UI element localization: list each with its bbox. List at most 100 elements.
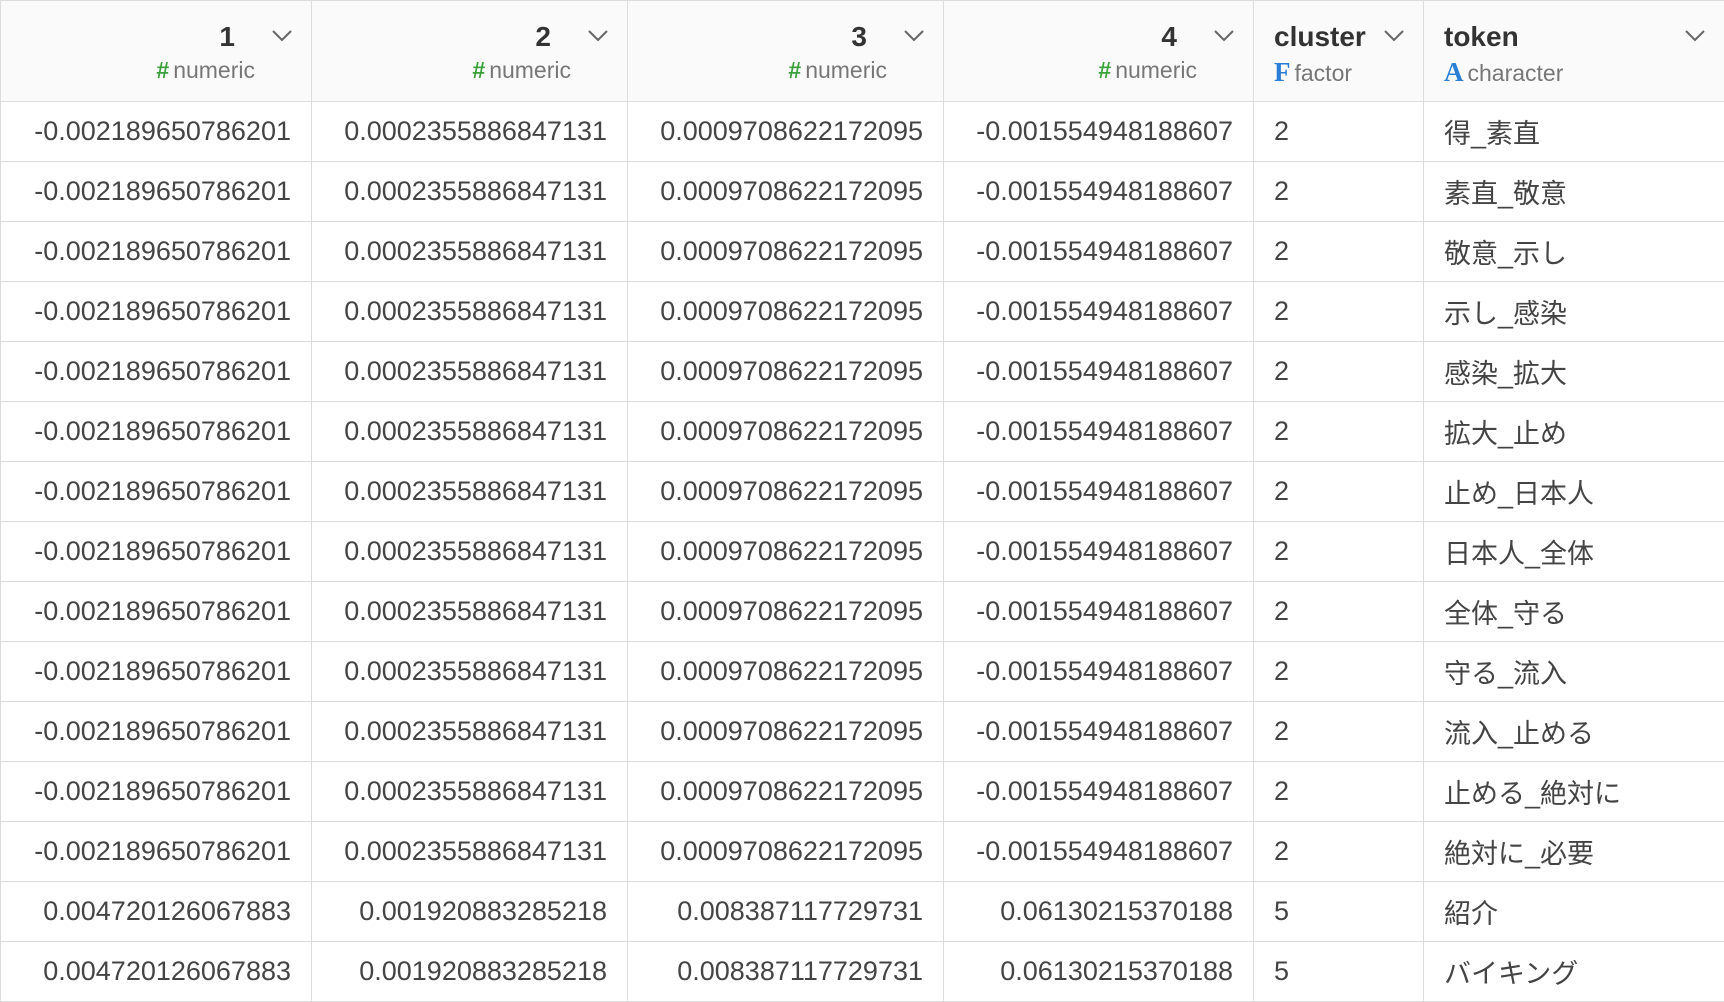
table-cell[interactable]: 2: [1254, 402, 1424, 462]
column-header-1[interactable]: 1 #numeric: [1, 1, 312, 102]
column-header-token[interactable]: token Acharacter: [1424, 1, 1724, 102]
table-cell[interactable]: 0.0009708622172095: [628, 522, 944, 582]
table-cell[interactable]: 0.0002355886847131: [312, 282, 628, 342]
table-cell[interactable]: -0.002189650786201: [1, 402, 312, 462]
table-cell[interactable]: 止める_絶対に: [1424, 762, 1724, 822]
table-cell[interactable]: 0.0009708622172095: [628, 762, 944, 822]
table-cell[interactable]: 2: [1254, 702, 1424, 762]
table-cell[interactable]: 0.004720126067883: [1, 882, 312, 942]
table-cell[interactable]: -0.001554948188607: [944, 522, 1254, 582]
table-cell[interactable]: 2: [1254, 762, 1424, 822]
table-cell[interactable]: 0.0009708622172095: [628, 642, 944, 702]
chevron-down-icon[interactable]: [587, 29, 609, 43]
table-cell[interactable]: -0.002189650786201: [1, 222, 312, 282]
table-cell[interactable]: 2: [1254, 582, 1424, 642]
table-cell[interactable]: -0.002189650786201: [1, 162, 312, 222]
table-cell[interactable]: 止め_日本人: [1424, 462, 1724, 522]
table-cell[interactable]: 0.0002355886847131: [312, 102, 628, 162]
table-cell[interactable]: 0.0002355886847131: [312, 702, 628, 762]
table-cell[interactable]: 敬意_示し: [1424, 222, 1724, 282]
table-cell[interactable]: 0.0009708622172095: [628, 702, 944, 762]
table-cell[interactable]: -0.002189650786201: [1, 342, 312, 402]
table-cell[interactable]: 0.008387117729731: [628, 882, 944, 942]
table-cell[interactable]: 0.008387117729731: [628, 942, 944, 1002]
table-cell[interactable]: 0.0009708622172095: [628, 162, 944, 222]
table-cell[interactable]: 0.0009708622172095: [628, 342, 944, 402]
table-cell[interactable]: 0.0002355886847131: [312, 462, 628, 522]
table-cell[interactable]: 2: [1254, 282, 1424, 342]
table-cell[interactable]: 0.0009708622172095: [628, 822, 944, 882]
table-cell[interactable]: 2: [1254, 522, 1424, 582]
table-cell[interactable]: 守る_流入: [1424, 642, 1724, 702]
table-cell[interactable]: -0.001554948188607: [944, 282, 1254, 342]
table-cell[interactable]: -0.001554948188607: [944, 822, 1254, 882]
table-cell[interactable]: 2: [1254, 642, 1424, 702]
table-cell[interactable]: -0.002189650786201: [1, 822, 312, 882]
table-cell[interactable]: 絶対に_必要: [1424, 822, 1724, 882]
table-cell[interactable]: 0.0009708622172095: [628, 102, 944, 162]
chevron-down-icon[interactable]: [271, 29, 293, 43]
table-cell[interactable]: -0.001554948188607: [944, 582, 1254, 642]
table-cell[interactable]: 0.0002355886847131: [312, 642, 628, 702]
table-cell[interactable]: 0.001920883285218: [312, 942, 628, 1002]
table-cell[interactable]: 2: [1254, 342, 1424, 402]
table-cell[interactable]: 素直_敬意: [1424, 162, 1724, 222]
table-cell[interactable]: -0.001554948188607: [944, 462, 1254, 522]
table-cell[interactable]: 0.0002355886847131: [312, 222, 628, 282]
table-cell[interactable]: 全体_守る: [1424, 582, 1724, 642]
chevron-down-icon[interactable]: [1213, 29, 1235, 43]
table-cell[interactable]: -0.002189650786201: [1, 102, 312, 162]
table-cell[interactable]: 0.0002355886847131: [312, 582, 628, 642]
table-cell[interactable]: バイキング: [1424, 942, 1724, 1002]
column-header-3[interactable]: 3 #numeric: [628, 1, 944, 102]
column-header-2[interactable]: 2 #numeric: [312, 1, 628, 102]
table-cell[interactable]: -0.002189650786201: [1, 702, 312, 762]
table-cell[interactable]: 0.0002355886847131: [312, 522, 628, 582]
table-cell[interactable]: -0.001554948188607: [944, 642, 1254, 702]
table-cell[interactable]: 0.0002355886847131: [312, 342, 628, 402]
table-cell[interactable]: 0.0009708622172095: [628, 222, 944, 282]
table-cell[interactable]: 拡大_止め: [1424, 402, 1724, 462]
table-cell[interactable]: 0.0009708622172095: [628, 402, 944, 462]
column-header-4[interactable]: 4 #numeric: [944, 1, 1254, 102]
table-cell[interactable]: -0.002189650786201: [1, 462, 312, 522]
table-cell[interactable]: -0.002189650786201: [1, 762, 312, 822]
table-cell[interactable]: 0.0002355886847131: [312, 402, 628, 462]
table-cell[interactable]: -0.002189650786201: [1, 522, 312, 582]
table-cell[interactable]: 2: [1254, 822, 1424, 882]
table-cell[interactable]: -0.001554948188607: [944, 762, 1254, 822]
table-cell[interactable]: -0.001554948188607: [944, 222, 1254, 282]
chevron-down-icon[interactable]: [1383, 29, 1405, 43]
table-cell[interactable]: 2: [1254, 162, 1424, 222]
table-cell[interactable]: 0.0009708622172095: [628, 282, 944, 342]
table-cell[interactable]: -0.001554948188607: [944, 342, 1254, 402]
table-cell[interactable]: 5: [1254, 882, 1424, 942]
table-cell[interactable]: -0.002189650786201: [1, 642, 312, 702]
table-cell[interactable]: 感染_拡大: [1424, 342, 1724, 402]
table-cell[interactable]: 0.0009708622172095: [628, 582, 944, 642]
table-cell[interactable]: 0.001920883285218: [312, 882, 628, 942]
table-cell[interactable]: 流入_止める: [1424, 702, 1724, 762]
column-header-cluster[interactable]: cluster Ffactor: [1254, 1, 1424, 102]
table-cell[interactable]: -0.001554948188607: [944, 162, 1254, 222]
table-cell[interactable]: 0.0002355886847131: [312, 822, 628, 882]
table-cell[interactable]: 示し_感染: [1424, 282, 1724, 342]
chevron-down-icon[interactable]: [903, 29, 925, 43]
table-cell[interactable]: 0.0002355886847131: [312, 762, 628, 822]
table-cell[interactable]: 2: [1254, 102, 1424, 162]
table-cell[interactable]: 0.0009708622172095: [628, 462, 944, 522]
table-cell[interactable]: 0.0002355886847131: [312, 162, 628, 222]
table-cell[interactable]: 0.004720126067883: [1, 942, 312, 1002]
table-cell[interactable]: -0.002189650786201: [1, 282, 312, 342]
table-cell[interactable]: 0.06130215370188: [944, 942, 1254, 1002]
table-cell[interactable]: 2: [1254, 222, 1424, 282]
table-cell[interactable]: -0.001554948188607: [944, 102, 1254, 162]
table-cell[interactable]: 日本人_全体: [1424, 522, 1724, 582]
table-cell[interactable]: 5: [1254, 942, 1424, 1002]
table-cell[interactable]: 2: [1254, 462, 1424, 522]
chevron-down-icon[interactable]: [1684, 29, 1706, 43]
table-cell[interactable]: -0.002189650786201: [1, 582, 312, 642]
table-cell[interactable]: 得_素直: [1424, 102, 1724, 162]
table-cell[interactable]: -0.001554948188607: [944, 402, 1254, 462]
table-cell[interactable]: 0.06130215370188: [944, 882, 1254, 942]
